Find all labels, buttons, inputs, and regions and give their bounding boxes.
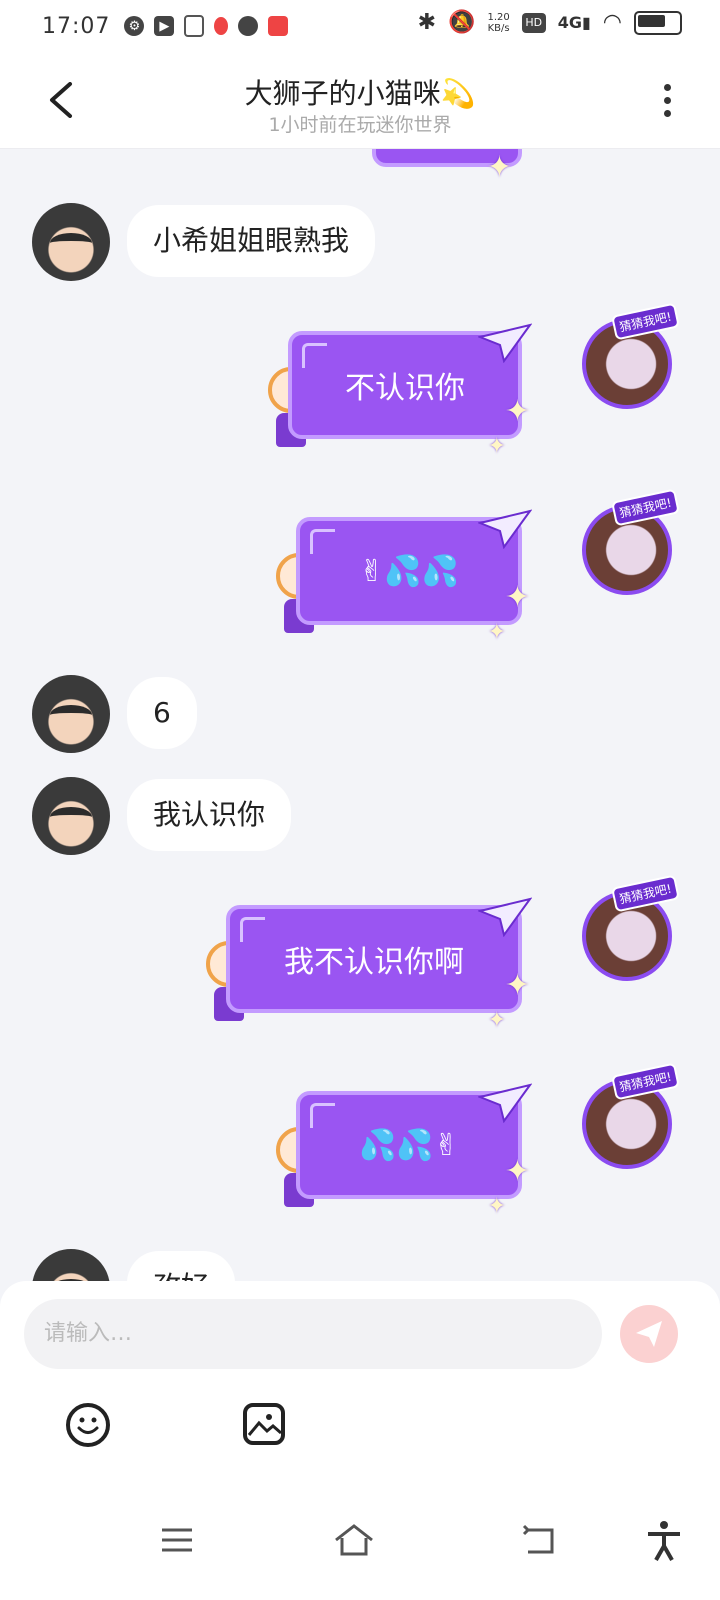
menu-icon[interactable] bbox=[156, 1518, 200, 1562]
avatar-frame-tag: 猜猜我吧! bbox=[611, 874, 680, 913]
send-button[interactable] bbox=[620, 1305, 678, 1363]
message-input[interactable]: 请输入… bbox=[24, 1299, 602, 1369]
signal-icon: 4G▮ bbox=[557, 13, 591, 32]
paper-plane-icon bbox=[478, 1083, 532, 1123]
paper-plane-icon bbox=[478, 323, 532, 363]
avatar[interactable]: 猜猜我吧! bbox=[582, 302, 680, 409]
back-icon[interactable] bbox=[518, 1518, 562, 1562]
avatar-frame-tag: 猜猜我吧! bbox=[611, 302, 680, 341]
paper-plane-icon bbox=[478, 509, 532, 549]
avatar[interactable] bbox=[32, 1249, 110, 1281]
bluetooth-icon: ✱ bbox=[417, 10, 437, 35]
avatar[interactable] bbox=[32, 777, 110, 855]
status-time: 17:07 bbox=[42, 13, 111, 39]
chat-message-list[interactable]: ✦ 小希姐姐眼熟我 不认识你 ✦ ✦ 猜猜我吧! ✌💦💦 ✦ ✦ 猜猜我吧! 6… bbox=[0, 149, 720, 1281]
message-bubble-left[interactable]: 我认识你 bbox=[127, 779, 292, 851]
gear-icon: ⚙ bbox=[124, 16, 145, 36]
avatar[interactable]: 猜猜我吧! bbox=[582, 874, 680, 981]
map-pin-icon bbox=[214, 17, 229, 35]
message-bubble-right[interactable]: 💦💦✌ ✦ ✦ bbox=[296, 1083, 532, 1219]
status-bar: 17:07 ⚙ ▶ ✱ 🔕 1.20 KB/s HD 4G▮ ◠ bbox=[0, 0, 720, 52]
emoji-icon[interactable] bbox=[66, 1403, 110, 1447]
play-icon: ▶ bbox=[154, 16, 175, 36]
message-bubble-right[interactable]: 我不认识你啊 ✦ ✦ bbox=[226, 897, 532, 1033]
message-bubble-left[interactable]: 孜好 bbox=[127, 1251, 236, 1281]
avatar[interactable] bbox=[32, 675, 110, 753]
message-bubble-right-partial: ✦ bbox=[372, 149, 522, 185]
message-bubble-left[interactable]: 小希姐姐眼熟我 bbox=[127, 205, 376, 277]
chat-header: 大狮子的小猫咪💫 1小时前在玩迷你世界 bbox=[0, 52, 720, 149]
message-bubble-left[interactable]: 6 bbox=[127, 677, 197, 749]
app-badge-icon bbox=[268, 16, 289, 36]
chat-icon bbox=[238, 16, 259, 36]
system-nav-bar bbox=[0, 1488, 720, 1600]
page-title: 大狮子的小猫咪💫 bbox=[244, 77, 476, 110]
message-bubble-right[interactable]: ✌💦💦 ✦ ✦ bbox=[296, 509, 532, 645]
more-options-icon[interactable] bbox=[664, 84, 672, 118]
avatar-frame-tag: 猜猜我吧! bbox=[611, 488, 680, 527]
battery-icon bbox=[634, 10, 682, 35]
hd-icon: HD bbox=[521, 12, 546, 33]
page-subtitle: 1小时前在玩迷你世界 bbox=[268, 114, 452, 136]
send-icon bbox=[636, 1321, 662, 1347]
avatar[interactable]: 猜猜我吧! bbox=[582, 488, 680, 595]
message-text: 我不认识你啊 bbox=[284, 945, 464, 980]
message-bubble-right[interactable]: 不认识你 ✦ ✦ bbox=[288, 323, 532, 459]
avatar-frame-tag: 猜猜我吧! bbox=[611, 1062, 680, 1101]
net-speed: 1.20 KB/s bbox=[487, 11, 510, 34]
paper-plane-icon bbox=[478, 897, 532, 937]
mute-icon: 🔕 bbox=[448, 10, 476, 35]
home-icon[interactable] bbox=[332, 1518, 376, 1562]
avatar[interactable]: 猜猜我吧! bbox=[582, 1062, 680, 1169]
avatar[interactable] bbox=[32, 203, 110, 281]
message-text: ✌💦💦 bbox=[359, 553, 459, 589]
document-icon bbox=[184, 15, 205, 37]
image-icon[interactable] bbox=[243, 1403, 285, 1445]
wifi-icon: ◠ bbox=[602, 10, 622, 35]
message-text: 不认识你 bbox=[345, 371, 465, 406]
accessibility-icon[interactable] bbox=[642, 1518, 686, 1562]
message-text: 💦💦✌ bbox=[359, 1127, 459, 1163]
